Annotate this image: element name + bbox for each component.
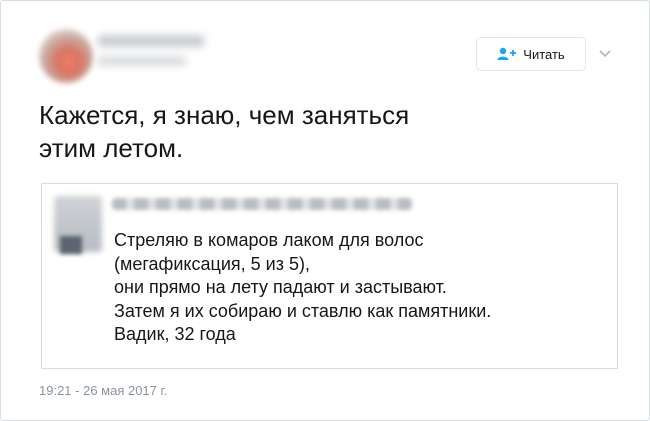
- quoted-text-line: Вадик, 32 года: [114, 324, 236, 344]
- quoted-text: Стреляю в комаров лаком для волос (мегаф…: [114, 229, 604, 347]
- quoted-text-line: (мегафиксация, 5 из 5),: [114, 253, 310, 274]
- quoted-author-blurred: [112, 198, 412, 210]
- chevron-down-icon[interactable]: [597, 45, 613, 61]
- timestamp[interactable]: 19:21 - 26 мая 2017 г.: [39, 383, 167, 398]
- add-user-icon: [497, 47, 517, 61]
- author-name-blurred[interactable]: [97, 35, 205, 47]
- author-handle-blurred: [97, 56, 187, 66]
- tweet-text-line: Кажется, я знаю, чем заняться: [39, 100, 410, 130]
- quoted-avatar-detail: [60, 236, 82, 254]
- follow-button-label: Читать: [523, 46, 565, 62]
- quoted-text-line: они прямо на лету падают и застывают.: [114, 277, 447, 297]
- avatar[interactable]: [39, 29, 93, 83]
- tweet-text: Кажется, я знаю, чем заняться этим летом…: [39, 99, 599, 165]
- quoted-tweet[interactable]: Стреляю в комаров лаком для волос (мегаф…: [41, 183, 618, 369]
- follow-button[interactable]: Читать: [476, 37, 586, 71]
- quoted-text-line: Стреляю в комаров лаком для волос: [114, 230, 424, 250]
- quoted-text-line: Затем я их собираю и ставлю как памятник…: [114, 300, 492, 321]
- tweet-text-line: этим летом.: [39, 133, 184, 163]
- tweet-card: Читать Кажется, я знаю, чем заняться эти…: [0, 0, 650, 421]
